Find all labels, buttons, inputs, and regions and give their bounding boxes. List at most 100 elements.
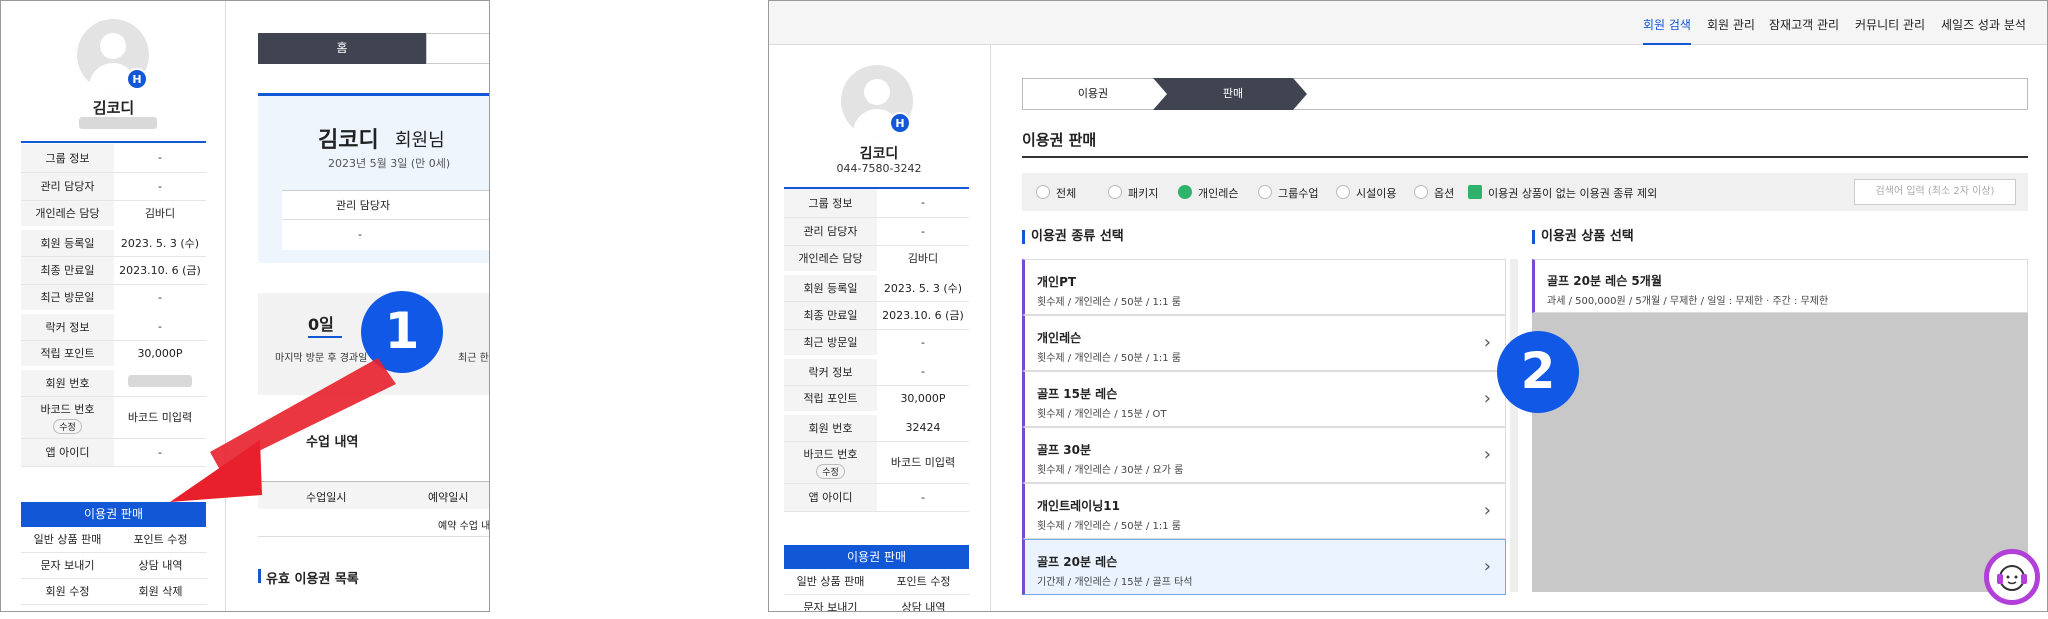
- pass-type-name: 골프 15분 레슨: [1037, 387, 1118, 401]
- pass-type-title: 이용권 종류 선택: [1022, 230, 1124, 244]
- callout-2: 2: [1497, 331, 1579, 413]
- info-row: 최근 방문일 -: [784, 329, 969, 358]
- pass-product-area: 골프 20분 레슨 5개월 과세 / 500,000원 / 5개월 / 무제한 …: [1532, 259, 2028, 592]
- info-row: 적립 포인트 30,000P: [784, 385, 969, 414]
- pass-type-name: 개인트레이닝11: [1037, 499, 1120, 513]
- top-navigation: 회원 검색 회원 관리 잠재고객 관리 커뮤니티 관리 세일즈 성과 분석: [769, 1, 2047, 45]
- pass-type-name: 골프 20분 레슨: [1037, 555, 1118, 569]
- member-info-table: 그룹 정보 - 관리 담당자 - 개인레슨 담당 김바디 회원 등록일 2023. 5. 3 …: [784, 189, 969, 512]
- info-row: 앱 아이디 -: [784, 483, 969, 512]
- sale-steps: 이용권 판매: [1022, 78, 2028, 110]
- info-value: 바코드 미입력: [877, 441, 969, 484]
- info-value: 김바디: [877, 245, 969, 274]
- arrow-1-icon: [170, 358, 396, 502]
- pass-type-desc: 횟수제 / 개인레슨 / 15분 / OT: [1037, 409, 1167, 420]
- pass-type-desc: 횟수제 / 개인레슨 / 30분 / 요가 룸: [1037, 465, 1184, 476]
- product-item[interactable]: 골프 20분 레슨 5개월 과세 / 500,000원 / 5개월 / 무제한 …: [1532, 259, 2028, 313]
- nav-member-manage[interactable]: 회원 관리: [1707, 16, 1755, 33]
- radio-personal-lesson-label: 개인레슨: [1198, 187, 1239, 200]
- info-value: -: [877, 355, 969, 386]
- pass-sale-button[interactable]: 이용권 판매: [784, 545, 969, 569]
- pass-type-item[interactable]: 골프 15분 레슨횟수제 / 개인레슨 / 15분 / OT ›: [1022, 371, 1506, 427]
- pass-type-name: 개인레슨: [1037, 331, 1082, 345]
- info-key: 관리 담당자: [784, 217, 877, 246]
- radio-personal-lesson[interactable]: [1178, 185, 1192, 199]
- pass-type-item[interactable]: 개인PT 횟수제 / 개인레슨 / 50분 / 1:1 룸: [1022, 259, 1506, 315]
- nav-sales-analysis[interactable]: 세일즈 성과 분석: [1941, 16, 2026, 33]
- menu-item[interactable]: 상담 내역: [877, 595, 970, 611]
- info-value: -: [877, 189, 969, 218]
- info-row: 최종 만료일 2023.10. 6 (금): [784, 301, 969, 330]
- info-key: 그룹 정보: [784, 189, 877, 218]
- info-row: 락커 정보 -: [784, 355, 969, 386]
- info-row: 관리 담당자 -: [784, 217, 969, 246]
- pass-type-name: 개인PT: [1037, 275, 1077, 289]
- radio-option[interactable]: [1414, 185, 1428, 199]
- nav-prospect-manage[interactable]: 잠재고객 관리: [1769, 16, 1839, 33]
- menu-item[interactable]: 문자 보내기: [784, 595, 877, 611]
- member-name: 김코디: [859, 146, 899, 162]
- radio-facility-label: 시설이용: [1356, 187, 1397, 200]
- info-row: 회원 번호 32424: [784, 411, 969, 442]
- barcode-label: 바코드 번호: [803, 447, 858, 461]
- product-name: 골프 20분 레슨 5개월: [1547, 274, 1662, 288]
- pass-type-desc: 횟수제 / 개인레슨 / 50분 / 1:1 룸: [1037, 353, 1181, 364]
- radio-all-label: 전체: [1056, 187, 1077, 200]
- info-value: 2023. 5. 3 (수): [877, 271, 969, 302]
- page-title: 이용권 판매: [1022, 131, 1097, 149]
- pass-type-item[interactable]: 개인레슨횟수제 / 개인레슨 / 50분 / 1:1 룸 ›: [1022, 315, 1506, 371]
- nav-community-manage[interactable]: 커뮤니티 관리: [1855, 16, 1925, 33]
- chevron-right-icon: ›: [1483, 444, 1491, 465]
- info-row: 그룹 정보 -: [784, 189, 969, 218]
- info-value: -: [877, 329, 969, 358]
- screenshot-panel-2: 회원 검색 회원 관리 잠재고객 관리 커뮤니티 관리 세일즈 성과 분석 H …: [768, 0, 2048, 612]
- pass-type-desc: 횟수제 / 개인레슨 / 50분 / 1:1 룸: [1037, 297, 1181, 308]
- radio-all[interactable]: [1036, 185, 1050, 199]
- radio-group-class[interactable]: [1258, 185, 1272, 199]
- radio-package[interactable]: [1108, 185, 1122, 199]
- info-row: 회원 등록일 2023. 5. 3 (수): [784, 271, 969, 302]
- barcode-edit-button[interactable]: 수정: [816, 463, 845, 479]
- info-value: 2023.10. 6 (금): [877, 301, 969, 330]
- info-value: -: [877, 483, 969, 512]
- menu-item[interactable]: 포인트 수정: [877, 569, 970, 595]
- list-scrollbar[interactable]: [1510, 259, 1518, 592]
- info-key: 앱 아이디: [784, 483, 877, 512]
- step-pass: 이용권: [1077, 87, 1109, 100]
- info-key: 적립 포인트: [784, 385, 877, 414]
- pass-search-input[interactable]: 검색어 입력 (최소 2자 이상): [1854, 179, 2016, 205]
- info-row: 바코드 번호 수정 바코드 미입력: [784, 441, 969, 484]
- menu-item[interactable]: 일반 상품 판매: [784, 569, 877, 595]
- info-key: 바코드 번호수정: [784, 441, 877, 484]
- member-phone: 044-7580-3242: [836, 162, 922, 175]
- headset-icon: [1997, 565, 2027, 591]
- step-sale: 판매: [1222, 87, 1244, 100]
- info-key: 회원 등록일: [784, 271, 877, 302]
- pass-type-item[interactable]: 골프 20분 레슨기간제 / 개인레슨 / 15분 / 골프 타석 ›: [1022, 539, 1506, 595]
- info-key: 락커 정보: [784, 355, 877, 386]
- nav-member-search[interactable]: 회원 검색: [1643, 16, 1691, 45]
- exclude-checkbox[interactable]: [1468, 185, 1482, 199]
- pass-filter-bar: 전체 패키지 개인레슨 그룹수업 시설이용 옵션 이용권 상품이 없는 이용권 …: [1022, 173, 2028, 211]
- exclude-label: 이용권 상품이 없는 이용권 종류 제외: [1488, 187, 1658, 200]
- info-row: 개인레슨 담당 김바디: [784, 245, 969, 274]
- info-key: 최종 만료일: [784, 301, 877, 330]
- pass-product-title: 이용권 상품 선택: [1532, 230, 1634, 244]
- info-value: 32424: [877, 411, 969, 442]
- pass-type-item[interactable]: 골프 30분횟수제 / 개인레슨 / 30분 / 요가 룸 ›: [1022, 427, 1506, 483]
- radio-option-label: 옵션: [1434, 187, 1455, 200]
- member-menu: 일반 상품 판매 포인트 수정 문자 보내기 상담 내역: [784, 569, 970, 611]
- chevron-right-icon: ›: [1483, 500, 1491, 521]
- info-key: 최근 방문일: [784, 329, 877, 358]
- pass-type-name: 골프 30분: [1037, 443, 1091, 457]
- info-key: 개인레슨 담당: [784, 245, 877, 274]
- pass-type-desc: 기간제 / 개인레슨 / 15분 / 골프 타석: [1037, 577, 1193, 588]
- radio-group-class-label: 그룹수업: [1278, 187, 1319, 200]
- title-rule: [1022, 156, 2028, 158]
- help-chat-button[interactable]: [1984, 549, 2040, 605]
- radio-facility[interactable]: [1336, 185, 1350, 199]
- chevron-right-icon: ›: [1483, 556, 1491, 577]
- pass-type-item[interactable]: 개인트레이닝11 횟수제 / 개인레슨 / 50분 / 1:1 룸 ›: [1022, 483, 1506, 539]
- chevron-right-icon: ›: [1483, 388, 1491, 409]
- chevron-right-icon: ›: [1483, 332, 1491, 353]
